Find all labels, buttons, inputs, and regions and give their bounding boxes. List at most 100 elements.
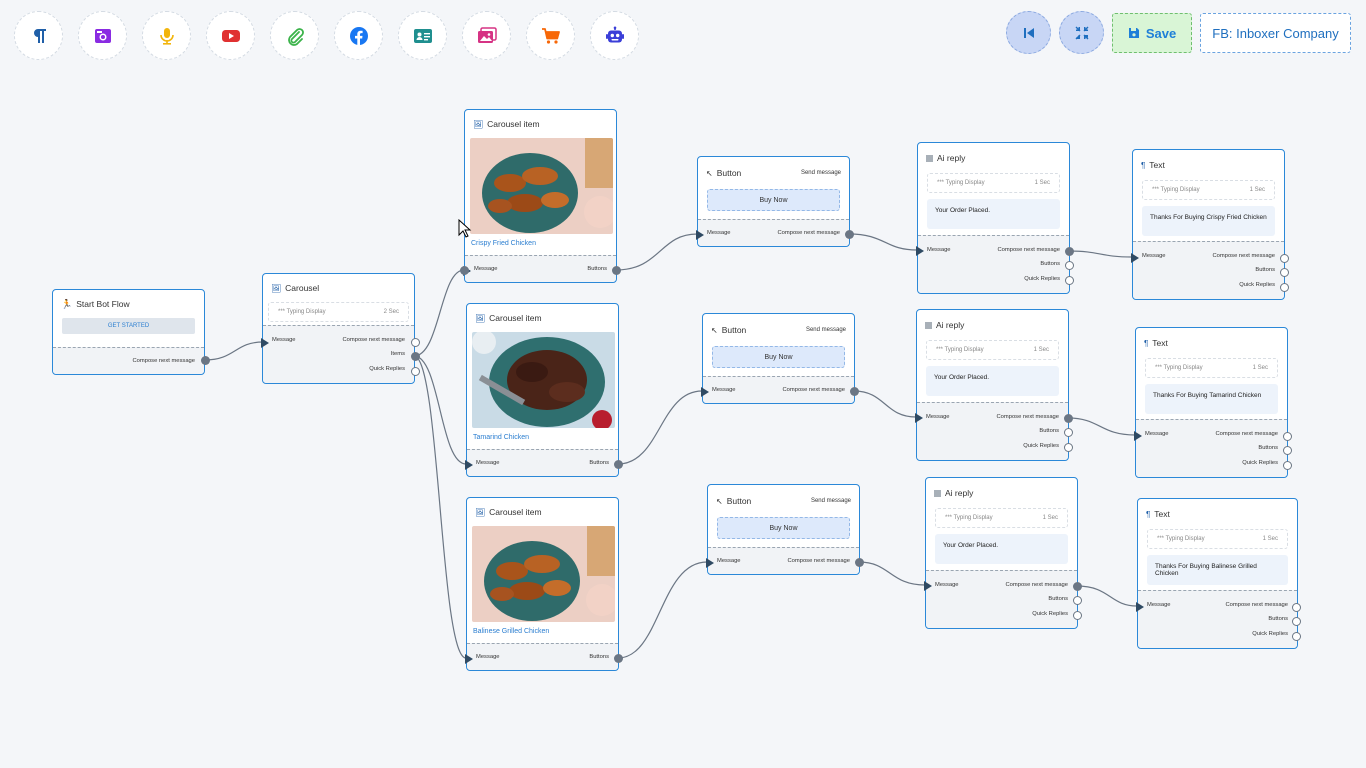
typing-display[interactable]: *** Typing Display 1 Sec — [1145, 358, 1278, 378]
output-port[interactable] — [1283, 432, 1292, 441]
page-selector-button[interactable]: FB: Inboxer Company — [1200, 13, 1351, 53]
output-port[interactable] — [1292, 603, 1301, 612]
typing-display[interactable]: *** Typing Display 1 Sec — [1142, 180, 1275, 200]
get-started-button[interactable]: GET STARTED — [62, 318, 195, 334]
reset-view-button[interactable] — [1006, 11, 1051, 54]
button-action: Send message — [805, 327, 846, 333]
text-node[interactable]: ¶ Text *** Typing Display 1 Sec Thanks Fo… — [1134, 327, 1292, 478]
output-port[interactable] — [612, 266, 621, 275]
node-title: Text — [1149, 160, 1165, 170]
image-icon: 🖼 — [475, 507, 486, 517]
output-port[interactable] — [850, 387, 859, 396]
buttons-port[interactable] — [1280, 268, 1289, 277]
ai-reply-node[interactable]: Ai reply *** Typing Display 1 Sec Your Or… — [924, 477, 1082, 629]
text-node[interactable]: ¶ Text *** Typing Display 1 Sec Thanks Fo… — [1131, 149, 1289, 300]
quick-replies-label: Quick Replies — [1252, 631, 1288, 637]
node-title: Ai reply — [945, 488, 974, 498]
buttons-label: Buttons — [1039, 428, 1059, 434]
typing-display[interactable]: *** Typing Display 1 Sec — [927, 173, 1060, 193]
quick-replies-port[interactable] — [1280, 283, 1289, 292]
quick-replies-port[interactable] — [1292, 632, 1301, 641]
video-tool-button[interactable] — [206, 11, 255, 60]
cursor-icon: ↖ — [716, 496, 723, 506]
output-port[interactable] — [845, 230, 854, 239]
input-arrow — [696, 230, 704, 240]
buy-now-button[interactable]: Buy Now — [712, 346, 845, 368]
wire-item3-button3 — [617, 561, 708, 659]
bot-tool-button[interactable] — [590, 11, 639, 60]
message-text[interactable]: Thanks For Buying Crispy Fried Chicken — [1142, 206, 1275, 236]
ecommerce-tool-button[interactable] — [526, 11, 575, 60]
message-text[interactable]: Thanks For Buying Balinese Grilled Chick… — [1147, 555, 1288, 585]
node-title: Carousel item — [489, 313, 542, 323]
image-icon: 🖼 — [475, 313, 486, 323]
input-label: Message — [476, 460, 500, 466]
paragraph-icon: ¶ — [1144, 338, 1149, 348]
buy-now-button[interactable]: Buy Now — [717, 517, 850, 539]
quick-replies-port[interactable] — [1073, 611, 1082, 620]
wire-carousel-item2 — [413, 355, 467, 465]
carousel-item-node[interactable]: 🖼 Carousel item Tamarind Chicken Message… — [465, 303, 623, 477]
file-tool-button[interactable] — [270, 11, 319, 60]
item-caption: Balinese Grilled Chicken — [473, 628, 550, 635]
output-port[interactable] — [855, 558, 864, 567]
text-node[interactable]: ¶ Text *** Typing Display 1 Sec Thanks Fo… — [1136, 498, 1301, 649]
reply-text[interactable]: Your Order Placed. — [927, 199, 1060, 229]
output-port[interactable] — [1280, 254, 1289, 263]
wire-button1-ai1 — [848, 233, 918, 251]
typing-display[interactable]: *** Typing Display 1 Sec — [935, 508, 1068, 528]
output-port[interactable] — [614, 460, 623, 469]
node-title: Carousel item — [489, 507, 542, 517]
buy-now-button[interactable]: Buy Now — [707, 189, 840, 211]
items-port[interactable] — [411, 352, 420, 361]
button-node[interactable]: ↖ Button Send message Buy Now Message Co… — [696, 156, 854, 247]
output-port[interactable] — [1064, 414, 1073, 423]
button-node[interactable]: ↖ Button Send message Buy Now Message Co… — [701, 313, 859, 404]
typing-display[interactable]: *** Typing Display 1 Sec — [1147, 529, 1288, 549]
output-port[interactable] — [1065, 247, 1074, 256]
input-port[interactable] — [460, 266, 469, 275]
quick-replies-port[interactable] — [1065, 276, 1074, 285]
button-node[interactable]: ↖ Button Send message Buy Now Message Co… — [706, 484, 864, 575]
start-bot-flow-node[interactable]: 🏃 Start Bot Flow GET STARTED Compose nex… — [52, 289, 210, 375]
quick-replies-port[interactable] — [1064, 443, 1073, 452]
typing-label: *** Typing Display — [1152, 187, 1200, 193]
carousel-tool-button[interactable] — [462, 11, 511, 60]
output-port[interactable] — [201, 356, 210, 365]
quick-replies-port[interactable] — [1283, 461, 1292, 470]
ai-reply-node[interactable]: Ai reply *** Typing Display 1 Sec Your Or… — [916, 142, 1074, 294]
facebook-tool-button[interactable] — [334, 11, 383, 60]
card-tool-button[interactable] — [398, 11, 447, 60]
message-text[interactable]: Thanks For Buying Tamarind Chicken — [1145, 384, 1278, 414]
food-image — [472, 332, 615, 428]
carousel-node[interactable]: 🖼 Carousel *** Typing Display 2 Sec Messa… — [261, 273, 420, 384]
input-label: Message — [712, 387, 736, 393]
ai-reply-node[interactable]: Ai reply *** Typing Display 1 Sec Your Or… — [915, 309, 1073, 461]
carousel-item-node[interactable]: 🖼 Carousel item Balinese Grilled Chicken… — [465, 497, 623, 671]
wire-carousel-item1 — [413, 269, 465, 357]
typing-display[interactable]: *** Typing Display 2 Sec — [268, 302, 409, 322]
quick-replies-port[interactable] — [411, 367, 420, 376]
carousel-item-node[interactable]: 🖼 Carousel item Crispy Fried Chicken Mes… — [460, 109, 621, 283]
reply-text[interactable]: Your Order Placed. — [935, 534, 1068, 564]
quick-replies-label: Quick Replies — [1032, 611, 1068, 617]
input-arrow — [465, 654, 473, 664]
buttons-port[interactable] — [1073, 596, 1082, 605]
microphone-icon — [159, 27, 174, 45]
buttons-port[interactable] — [1292, 617, 1301, 626]
text-tool-button[interactable] — [14, 11, 63, 60]
audio-tool-button[interactable] — [142, 11, 191, 60]
save-button[interactable]: Save — [1112, 13, 1192, 53]
typing-display[interactable]: *** Typing Display 1 Sec — [926, 340, 1059, 360]
buttons-port[interactable] — [1065, 261, 1074, 270]
output-port[interactable] — [1073, 582, 1082, 591]
buttons-port[interactable] — [1283, 446, 1292, 455]
collapse-button[interactable] — [1059, 11, 1104, 54]
image-tool-button[interactable] — [78, 11, 127, 60]
buttons-port[interactable] — [1064, 428, 1073, 437]
output-label: Buttons — [589, 460, 609, 466]
reply-text[interactable]: Your Order Placed. — [926, 366, 1059, 396]
typing-label: *** Typing Display — [278, 309, 326, 315]
output-port[interactable] — [411, 338, 420, 347]
output-port[interactable] — [614, 654, 623, 663]
